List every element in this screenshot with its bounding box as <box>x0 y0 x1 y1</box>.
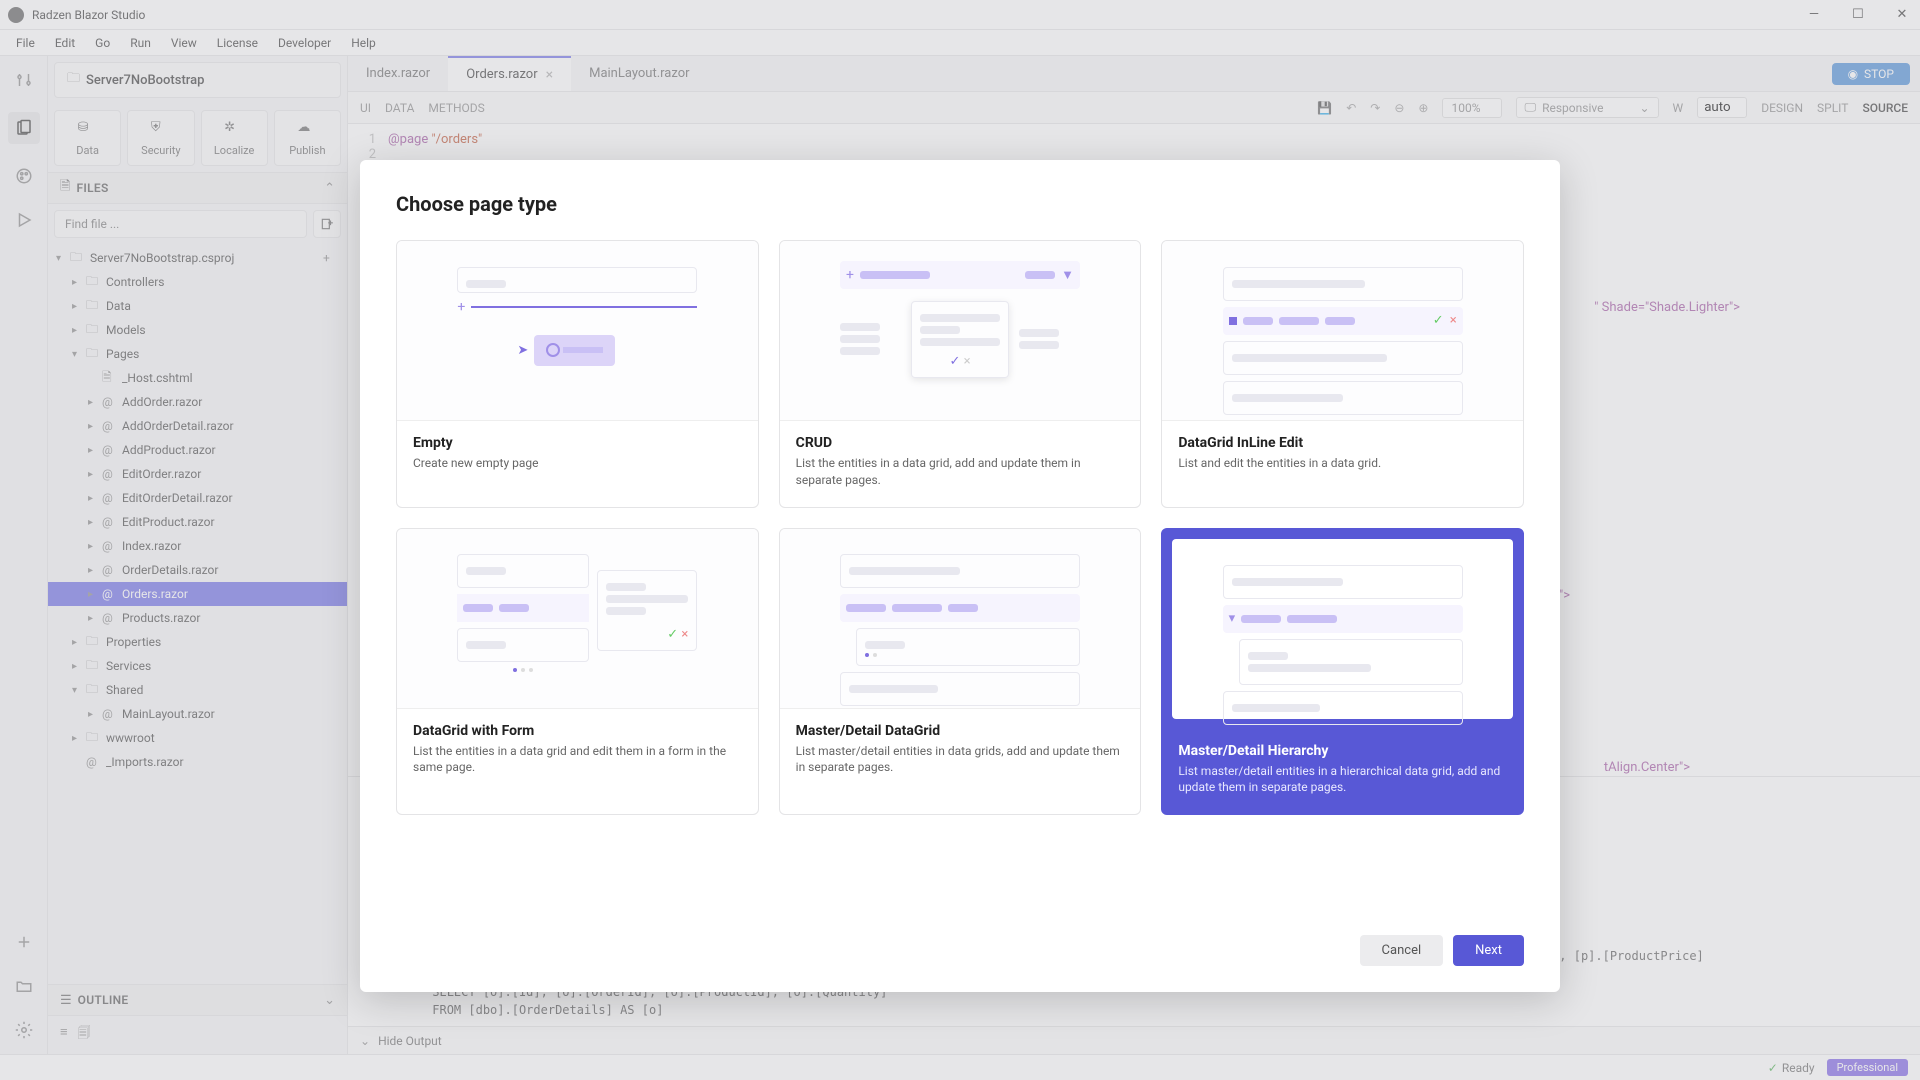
modal-overlay: Choose page type +➤ Empty Create new empt… <box>0 0 1920 1080</box>
card-preview <box>780 529 1141 709</box>
card-title: DataGrid with Form <box>413 723 742 739</box>
card-desc: Create new empty page <box>413 455 742 472</box>
card-preview: ✓× <box>1162 241 1523 421</box>
card-desc: List and edit the entities in a data gri… <box>1178 455 1507 472</box>
card-preview: ✓ × <box>397 529 758 709</box>
next-button[interactable]: Next <box>1453 935 1524 966</box>
page-type-card[interactable]: +➤ Empty Create new empty page <box>396 240 759 508</box>
page-type-card[interactable]: +▼✓ × CRUD List the entities in a data gri… <box>779 240 1142 508</box>
card-preview: ▾ <box>1172 539 1513 719</box>
choose-page-type-dialog: Choose page type +➤ Empty Create new empt… <box>360 160 1560 992</box>
card-title: CRUD <box>796 435 1125 451</box>
card-desc: List master/detail entities in a hierarc… <box>1178 763 1507 797</box>
card-title: Empty <box>413 435 742 451</box>
page-type-card[interactable]: ✓× DataGrid InLine Edit List and edit the … <box>1161 240 1524 508</box>
card-title: DataGrid InLine Edit <box>1178 435 1507 451</box>
page-type-card[interactable]: ✓ × DataGrid with Form List the entities i… <box>396 528 759 816</box>
card-desc: List master/detail entities in data grid… <box>796 743 1125 777</box>
page-type-card[interactable]: ▾ Master/Detail Hierarchy List master/deta… <box>1161 528 1524 816</box>
modal-title: Choose page type <box>396 192 1524 216</box>
card-title: Master/Detail DataGrid <box>796 723 1125 739</box>
card-preview: +▼✓ × <box>780 241 1141 421</box>
card-title: Master/Detail Hierarchy <box>1178 743 1507 759</box>
card-preview: +➤ <box>397 241 758 421</box>
card-desc: List the entities in a data grid, add an… <box>796 455 1125 489</box>
page-type-card[interactable]: Master/Detail DataGrid List master/detail… <box>779 528 1142 816</box>
cancel-button[interactable]: Cancel <box>1360 935 1444 966</box>
card-desc: List the entities in a data grid and edi… <box>413 743 742 777</box>
